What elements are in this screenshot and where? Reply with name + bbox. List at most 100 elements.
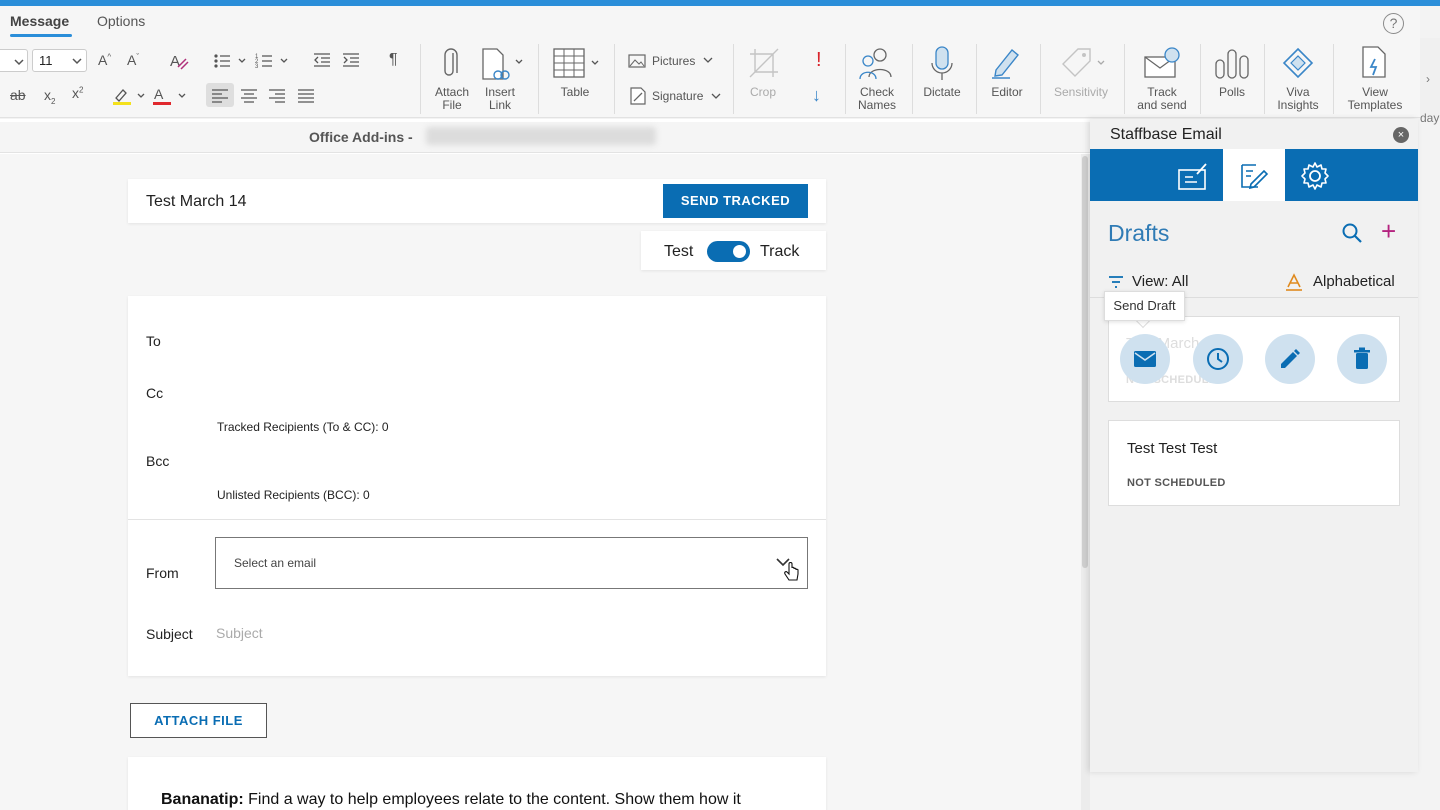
highlight-icon[interactable] xyxy=(112,86,148,106)
search-icon[interactable] xyxy=(1341,222,1363,244)
filter-icon[interactable] xyxy=(1108,276,1124,288)
viva-insights-button[interactable]: Viva Insights xyxy=(1274,86,1322,112)
editor-button[interactable]: Editor xyxy=(984,86,1030,99)
attach-file-button[interactable]: Attach File xyxy=(428,86,476,112)
paragraph-marks-icon[interactable]: ¶ xyxy=(389,51,398,69)
subscript-icon[interactable]: x2 xyxy=(44,87,55,106)
numbering-icon[interactable]: 123 xyxy=(255,52,291,70)
editor-pen-icon[interactable] xyxy=(990,46,1026,80)
polls-icon[interactable] xyxy=(1214,48,1250,80)
sort-label[interactable]: Alphabetical xyxy=(1313,273,1395,290)
viva-insights-icon[interactable] xyxy=(1281,46,1315,80)
viva-insights-label-2: Insights xyxy=(1277,98,1319,112)
view-templates-button[interactable]: View Templates xyxy=(1344,86,1406,112)
bcc-field[interactable] xyxy=(215,445,808,477)
dictate-button[interactable]: Dictate xyxy=(917,86,967,99)
subject-label: Subject xyxy=(146,626,193,642)
compose-email-icon[interactable] xyxy=(1177,160,1209,192)
edit-draft-button[interactable] xyxy=(1265,334,1315,384)
clear-formatting-icon[interactable]: A xyxy=(168,51,190,71)
add-draft-icon[interactable]: + xyxy=(1381,217,1396,245)
check-names-button[interactable]: Check Names xyxy=(852,86,902,112)
paperclip-icon[interactable] xyxy=(441,47,461,81)
close-icon[interactable]: × xyxy=(1393,127,1409,143)
ribbon-separator xyxy=(1200,44,1201,114)
shrink-font-icon[interactable]: Aˇ xyxy=(127,52,139,68)
insert-link-icon[interactable] xyxy=(481,47,525,83)
pictures-icon[interactable] xyxy=(628,54,646,68)
align-right-icon[interactable] xyxy=(269,89,285,103)
insert-link-button[interactable]: Insert Link xyxy=(476,86,524,112)
trash-icon xyxy=(1354,347,1370,369)
microphone-icon[interactable] xyxy=(929,46,955,82)
cc-label: Cc xyxy=(146,385,164,401)
pictures-button[interactable]: Pictures xyxy=(652,55,695,68)
scrollbar-thumb[interactable] xyxy=(1082,156,1088,568)
strikethrough-icon[interactable]: ab xyxy=(10,87,26,103)
view-filter-label[interactable]: View: All xyxy=(1132,273,1188,290)
justify-icon[interactable] xyxy=(298,89,314,103)
table-button[interactable]: Table xyxy=(552,86,598,99)
ribbon-overflow-arrow-icon[interactable]: › xyxy=(1426,72,1430,86)
test-track-toggle[interactable] xyxy=(707,241,750,262)
from-email-select[interactable]: Select an email xyxy=(215,537,808,589)
attach-file-button[interactable]: ATTACH FILE xyxy=(130,703,267,738)
to-field[interactable] xyxy=(215,325,808,357)
sensitivity-button[interactable]: Sensitivity xyxy=(1050,86,1112,99)
schedule-draft-button[interactable] xyxy=(1193,334,1243,384)
font-family-dropdown[interactable] xyxy=(0,49,28,72)
decrease-indent-icon[interactable] xyxy=(313,52,331,68)
signature-button[interactable]: Signature xyxy=(652,90,703,103)
track-and-send-button[interactable]: Track and send xyxy=(1133,86,1191,112)
increase-indent-icon[interactable] xyxy=(342,52,360,68)
track-and-send-icon[interactable] xyxy=(1143,47,1183,81)
polls-button[interactable]: Polls xyxy=(1210,86,1254,99)
high-importance-icon[interactable]: ! xyxy=(816,49,822,72)
draft-card-title: Test Test Test xyxy=(1127,440,1218,457)
svg-text:3: 3 xyxy=(255,64,259,70)
clock-icon xyxy=(1207,348,1229,370)
help-icon[interactable]: ? xyxy=(1383,13,1404,34)
font-size-dropdown[interactable]: 11 xyxy=(32,49,87,72)
bullets-icon[interactable] xyxy=(213,52,249,70)
crop-button[interactable]: Crop xyxy=(743,86,783,99)
align-center-icon[interactable] xyxy=(241,89,257,103)
superscript-icon[interactable]: x2 xyxy=(72,85,83,101)
sort-alphabetical-icon[interactable] xyxy=(1285,273,1303,291)
from-select-placeholder: Select an email xyxy=(234,556,317,570)
ribbon-overflow[interactable]: › xyxy=(1420,38,1440,118)
attach-file-label-1: Attach xyxy=(434,85,470,99)
ribbon-separator xyxy=(1040,44,1041,114)
drafts-edit-icon xyxy=(1241,164,1269,190)
table-icon[interactable] xyxy=(552,47,602,79)
low-importance-icon[interactable]: ↓ xyxy=(812,85,821,106)
signature-icon[interactable] xyxy=(629,87,647,105)
subject-input[interactable]: Subject xyxy=(216,625,263,641)
envelope-icon xyxy=(1134,351,1156,367)
font-color-icon[interactable]: A xyxy=(153,86,189,106)
crop-icon[interactable] xyxy=(749,48,779,78)
grow-font-icon[interactable]: A^ xyxy=(98,52,111,68)
sensitivity-icon[interactable] xyxy=(1060,46,1108,80)
delete-draft-button[interactable] xyxy=(1337,334,1387,384)
check-names-icon[interactable] xyxy=(859,47,895,81)
bcc-label: Bcc xyxy=(146,453,170,469)
templates-icon[interactable] xyxy=(1360,45,1390,81)
cc-field[interactable] xyxy=(215,377,808,409)
tab-options[interactable]: Options xyxy=(97,13,145,29)
send-draft-button[interactable] xyxy=(1120,334,1170,384)
align-left-icon[interactable] xyxy=(212,89,228,103)
send-draft-tooltip: Send Draft xyxy=(1104,291,1185,321)
send-tracked-button[interactable]: SEND TRACKED xyxy=(663,184,808,218)
draft-card[interactable] xyxy=(1108,420,1400,506)
tab-message[interactable]: Message xyxy=(10,13,69,29)
font-size-value: 11 xyxy=(39,53,53,68)
settings-gear-icon[interactable] xyxy=(1300,161,1330,191)
viva-insights-label-1: Viva xyxy=(1286,85,1310,99)
ribbon-separator xyxy=(1124,44,1125,114)
draft-title: Test March 14 xyxy=(146,193,247,210)
svg-text:A: A xyxy=(154,86,164,102)
panel-title-bar: Staffbase Email xyxy=(1090,119,1418,149)
ribbon-separator xyxy=(1264,44,1265,114)
addin-title-text: Office Add-ins - xyxy=(309,129,413,145)
